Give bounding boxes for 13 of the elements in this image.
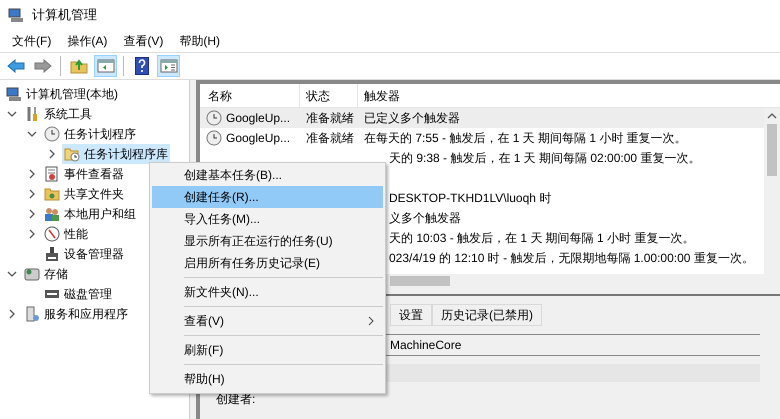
- table-cell-text: GoogleUp...: [226, 130, 290, 147]
- window-title: 计算机管理: [32, 6, 97, 24]
- author-label: 创建者:: [216, 391, 256, 408]
- table-cell-text: GoogleUp...: [226, 110, 290, 127]
- table-cell-text: 义多个触发器: [389, 210, 461, 227]
- table-cell-text: 023/4/19 的 12:10 时 - 触发后，无限期地每隔 1.00:00:00 重复一次。: [389, 250, 754, 267]
- table-cell: 准备就绪: [306, 111, 354, 125]
- table-cell-text: DESKTOP-TKHD1LV\luoqh 时: [389, 190, 552, 207]
- table-cell-text: 已定义多个触发器: [363, 110, 460, 127]
- table-cell-text: 天的 10:03 - 触发后，在 1 天 期间每隔 1 小时 重复一次。: [389, 230, 694, 247]
- table-cell-text: 在每天的 7:55 - 触发后，在 1 天 期间每隔 1 小时 重复一次。: [363, 130, 687, 147]
- table-cell-text: 天的 9:38 - 触发后，在 1 天 期间每隔 02:00:00 重复一次。: [389, 150, 700, 167]
- table-cell: 准备就绪: [306, 131, 354, 145]
